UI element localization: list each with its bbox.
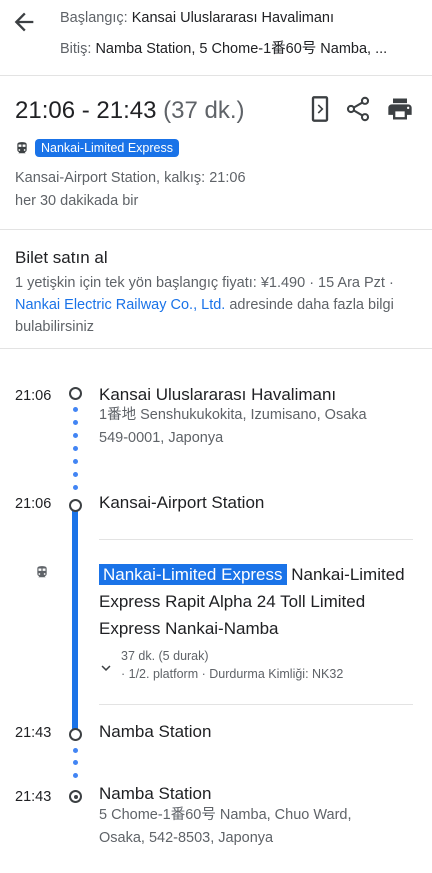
alight-stop-marker <box>69 728 82 741</box>
walk-dot <box>73 446 78 451</box>
departure-text: Kansai-Airport Station, kalkış: 21:06 <box>15 170 246 186</box>
route-origin[interactable]: Başlangıç: Kansai Uluslararası Havaliman… <box>60 10 424 26</box>
start-address-line2: 549-0001, Japonya <box>99 430 224 446</box>
arrow-back-icon <box>14 12 34 32</box>
operator-link[interactable]: Nankai Electric Railway Co., Ltd. <box>15 297 225 313</box>
alight-stop-name[interactable]: Namba Station <box>99 722 211 742</box>
stops-info[interactable]: 37 dk. (5 durak) · 1/2. platform · Durdu… <box>121 647 343 683</box>
walk-dot <box>73 407 78 412</box>
origin-value: Kansai Uluslararası Havalimanı <box>131 10 335 26</box>
destination-value: Namba Station, 5 Chome-1番60号 Namba, ... <box>95 41 388 57</box>
trip-summary: 21:06 - 21:43 (37 dk.) Nankai-Limited Ex… <box>0 77 432 230</box>
origin-label: Başlangıç: <box>60 10 128 26</box>
end-address-line2: Osaka, 542-8503, Japonya <box>99 830 274 846</box>
board-stop-name[interactable]: Kansai-Airport Station <box>99 493 264 513</box>
start-point-marker <box>69 387 82 400</box>
destination-marker <box>69 790 82 803</box>
trip-timeline: 21:06 Kansai Uluslararası Havalimanı 1番地… <box>0 350 432 873</box>
ticket-fare-text: 1 yetişkin için tek yön başlangıç fiyatı… <box>15 275 394 291</box>
board-stop-marker <box>69 499 82 512</box>
ticket-section: Bilet satın al 1 yetişkin için tek yön b… <box>0 231 432 349</box>
start-place-name[interactable]: Kansai Uluslararası Havalimanı <box>99 385 336 405</box>
walk-dot <box>73 485 78 490</box>
divider <box>99 539 413 540</box>
stops-summary: 37 dk. (5 durak) <box>121 649 209 663</box>
transit-route-line <box>72 507 78 734</box>
divider <box>99 704 413 705</box>
destination-label: Bitiş: <box>60 41 92 57</box>
walk-dot <box>73 773 78 778</box>
platform-info: · 1/2. platform · Durdurma Kimliği: NK32 <box>121 667 344 681</box>
back-button[interactable] <box>10 8 38 36</box>
walk-dot <box>73 433 78 438</box>
expand-stops-button[interactable] <box>97 659 115 677</box>
walk-dot <box>73 459 78 464</box>
chevron-down-icon <box>101 665 111 671</box>
print-button[interactable] <box>386 95 414 123</box>
share-icon <box>346 96 370 122</box>
transit-line-description: Nankai-Limited Express Nankai-Limited Ex… <box>99 561 414 642</box>
walk-dot <box>73 748 78 753</box>
end-place-address: 5 Chome-1番60号 Namba, Chuo Ward, Osaka, 5… <box>99 804 399 850</box>
end-time: 21:43 <box>15 789 52 805</box>
walk-dot <box>73 760 78 765</box>
start-time: 21:06 <box>15 388 52 404</box>
end-address-line1: 5 Chome-1番60号 Namba, Chuo Ward, <box>99 807 352 823</box>
share-button[interactable] <box>344 95 372 123</box>
train-icon <box>37 566 47 578</box>
end-place-name[interactable]: Namba Station <box>99 784 211 804</box>
trip-duration: (37 dk.) <box>163 97 245 124</box>
trip-times: 21:06 - 21:43 (37 dk.) <box>15 97 245 125</box>
board-time: 21:06 <box>15 496 52 512</box>
walk-dot <box>73 472 78 477</box>
line-badge: Nankai-Limited Express <box>35 139 179 157</box>
open-in-app-button[interactable] <box>306 95 334 123</box>
alight-time: 21:43 <box>15 725 52 741</box>
walk-dot <box>73 420 78 425</box>
open-in-app-icon <box>311 96 329 122</box>
departure-info: Kansai-Airport Station, kalkış: 21:06 he… <box>15 167 246 213</box>
ticket-title: Bilet satın al <box>15 248 108 267</box>
route-destination[interactable]: Bitiş: Namba Station, 5 Chome-1番60号 Namb… <box>60 37 424 58</box>
print-icon <box>388 98 412 120</box>
directions-header: Başlangıç: Kansai Uluslararası Havaliman… <box>0 0 432 76</box>
time-range: 21:06 - 21:43 <box>15 97 157 124</box>
transit-mode-row: Nankai-Limited Express <box>15 138 179 158</box>
line-badge: Nankai-Limited Express <box>99 564 287 585</box>
ticket-description: 1 yetişkin için tek yön başlangıç fiyatı… <box>15 272 410 338</box>
start-place-address: 1番地 Senshukukokita, Izumisano, Osaka 549… <box>99 404 399 450</box>
start-address-line1: 1番地 Senshukukokita, Izumisano, Osaka <box>99 407 367 423</box>
frequency-text: her 30 dakikada bir <box>15 193 139 209</box>
train-icon <box>17 142 27 154</box>
